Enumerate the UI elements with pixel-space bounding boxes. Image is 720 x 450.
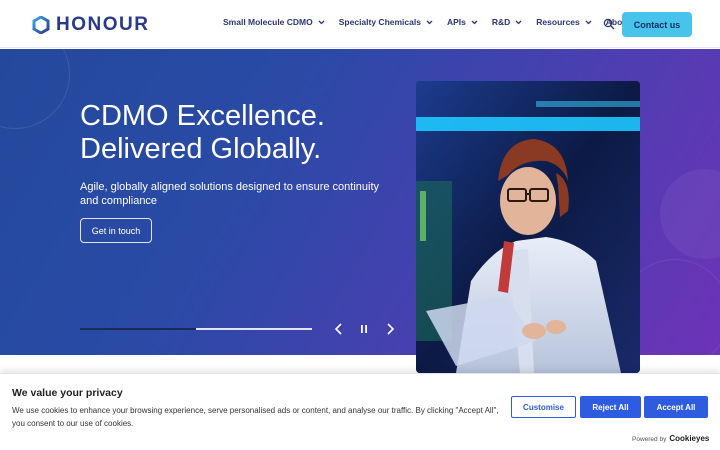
decorative-circle [660, 169, 720, 259]
cookie-title: We value your privacy [12, 387, 123, 399]
nav-label: R&D [491, 17, 511, 27]
chevron-left-icon[interactable] [332, 321, 346, 337]
nav-label: Specialty Chemicals [338, 17, 421, 27]
chevron-down-icon [515, 20, 522, 24]
logo-text: HONOUR [56, 14, 150, 35]
nav-label: Small Molecule CDMO [223, 17, 313, 27]
chevron-down-icon [426, 20, 433, 24]
search-icon[interactable] [603, 18, 615, 30]
nav-label: Resources [536, 17, 580, 27]
get-in-touch-button[interactable]: Get in touch [80, 218, 152, 243]
site-header: HONOUR Small Molecule CDMO Specialty Che… [0, 0, 720, 48]
reject-all-button[interactable]: Reject All [580, 396, 641, 418]
contact-us-button[interactable]: Contact us [622, 12, 692, 37]
decorative-circle [0, 49, 70, 129]
customise-button[interactable]: Customise [511, 396, 576, 418]
nav-rd[interactable]: R&D [492, 17, 522, 27]
pause-icon[interactable] [357, 321, 371, 337]
powered-by-label: Powered by [632, 436, 667, 443]
nav-specialty-chemicals[interactable]: Specialty Chemicals [339, 17, 433, 27]
chevron-right-icon[interactable] [383, 321, 397, 337]
hero-image [416, 81, 640, 373]
accept-all-button[interactable]: Accept All [644, 396, 708, 418]
hero-title-line-1: CDMO Excellence. [80, 100, 325, 132]
slide-progress-fill [80, 328, 196, 330]
nav-resources[interactable]: Resources [536, 17, 592, 27]
scientist-photo [416, 81, 640, 373]
cookie-consent-banner: We value your privacy We use cookies to … [0, 373, 720, 450]
cookie-description: We use cookies to enhance your browsing … [12, 406, 499, 428]
powered-by: Powered by Cookieyes [632, 434, 709, 443]
nav-apis[interactable]: APIs [447, 17, 478, 27]
logo[interactable]: HONOUR [32, 14, 149, 36]
hero-title-line-2: Delivered Globally. [80, 133, 322, 165]
hero-title: CDMO Excellence. Delivered Globally. [80, 100, 400, 166]
hero-subtitle: Agile, globally aligned solutions design… [80, 181, 380, 207]
logo-mark-icon [32, 16, 50, 34]
chevron-down-icon [318, 20, 325, 24]
nav-small-molecule-cdmo[interactable]: Small Molecule CDMO [223, 17, 325, 27]
chevron-down-icon [585, 20, 592, 24]
cookieyes-brand[interactable]: Cookieyes [669, 434, 709, 443]
nav-label: APIs [446, 17, 466, 27]
chevron-down-icon [471, 20, 478, 24]
slide-progress-bar [80, 328, 312, 330]
